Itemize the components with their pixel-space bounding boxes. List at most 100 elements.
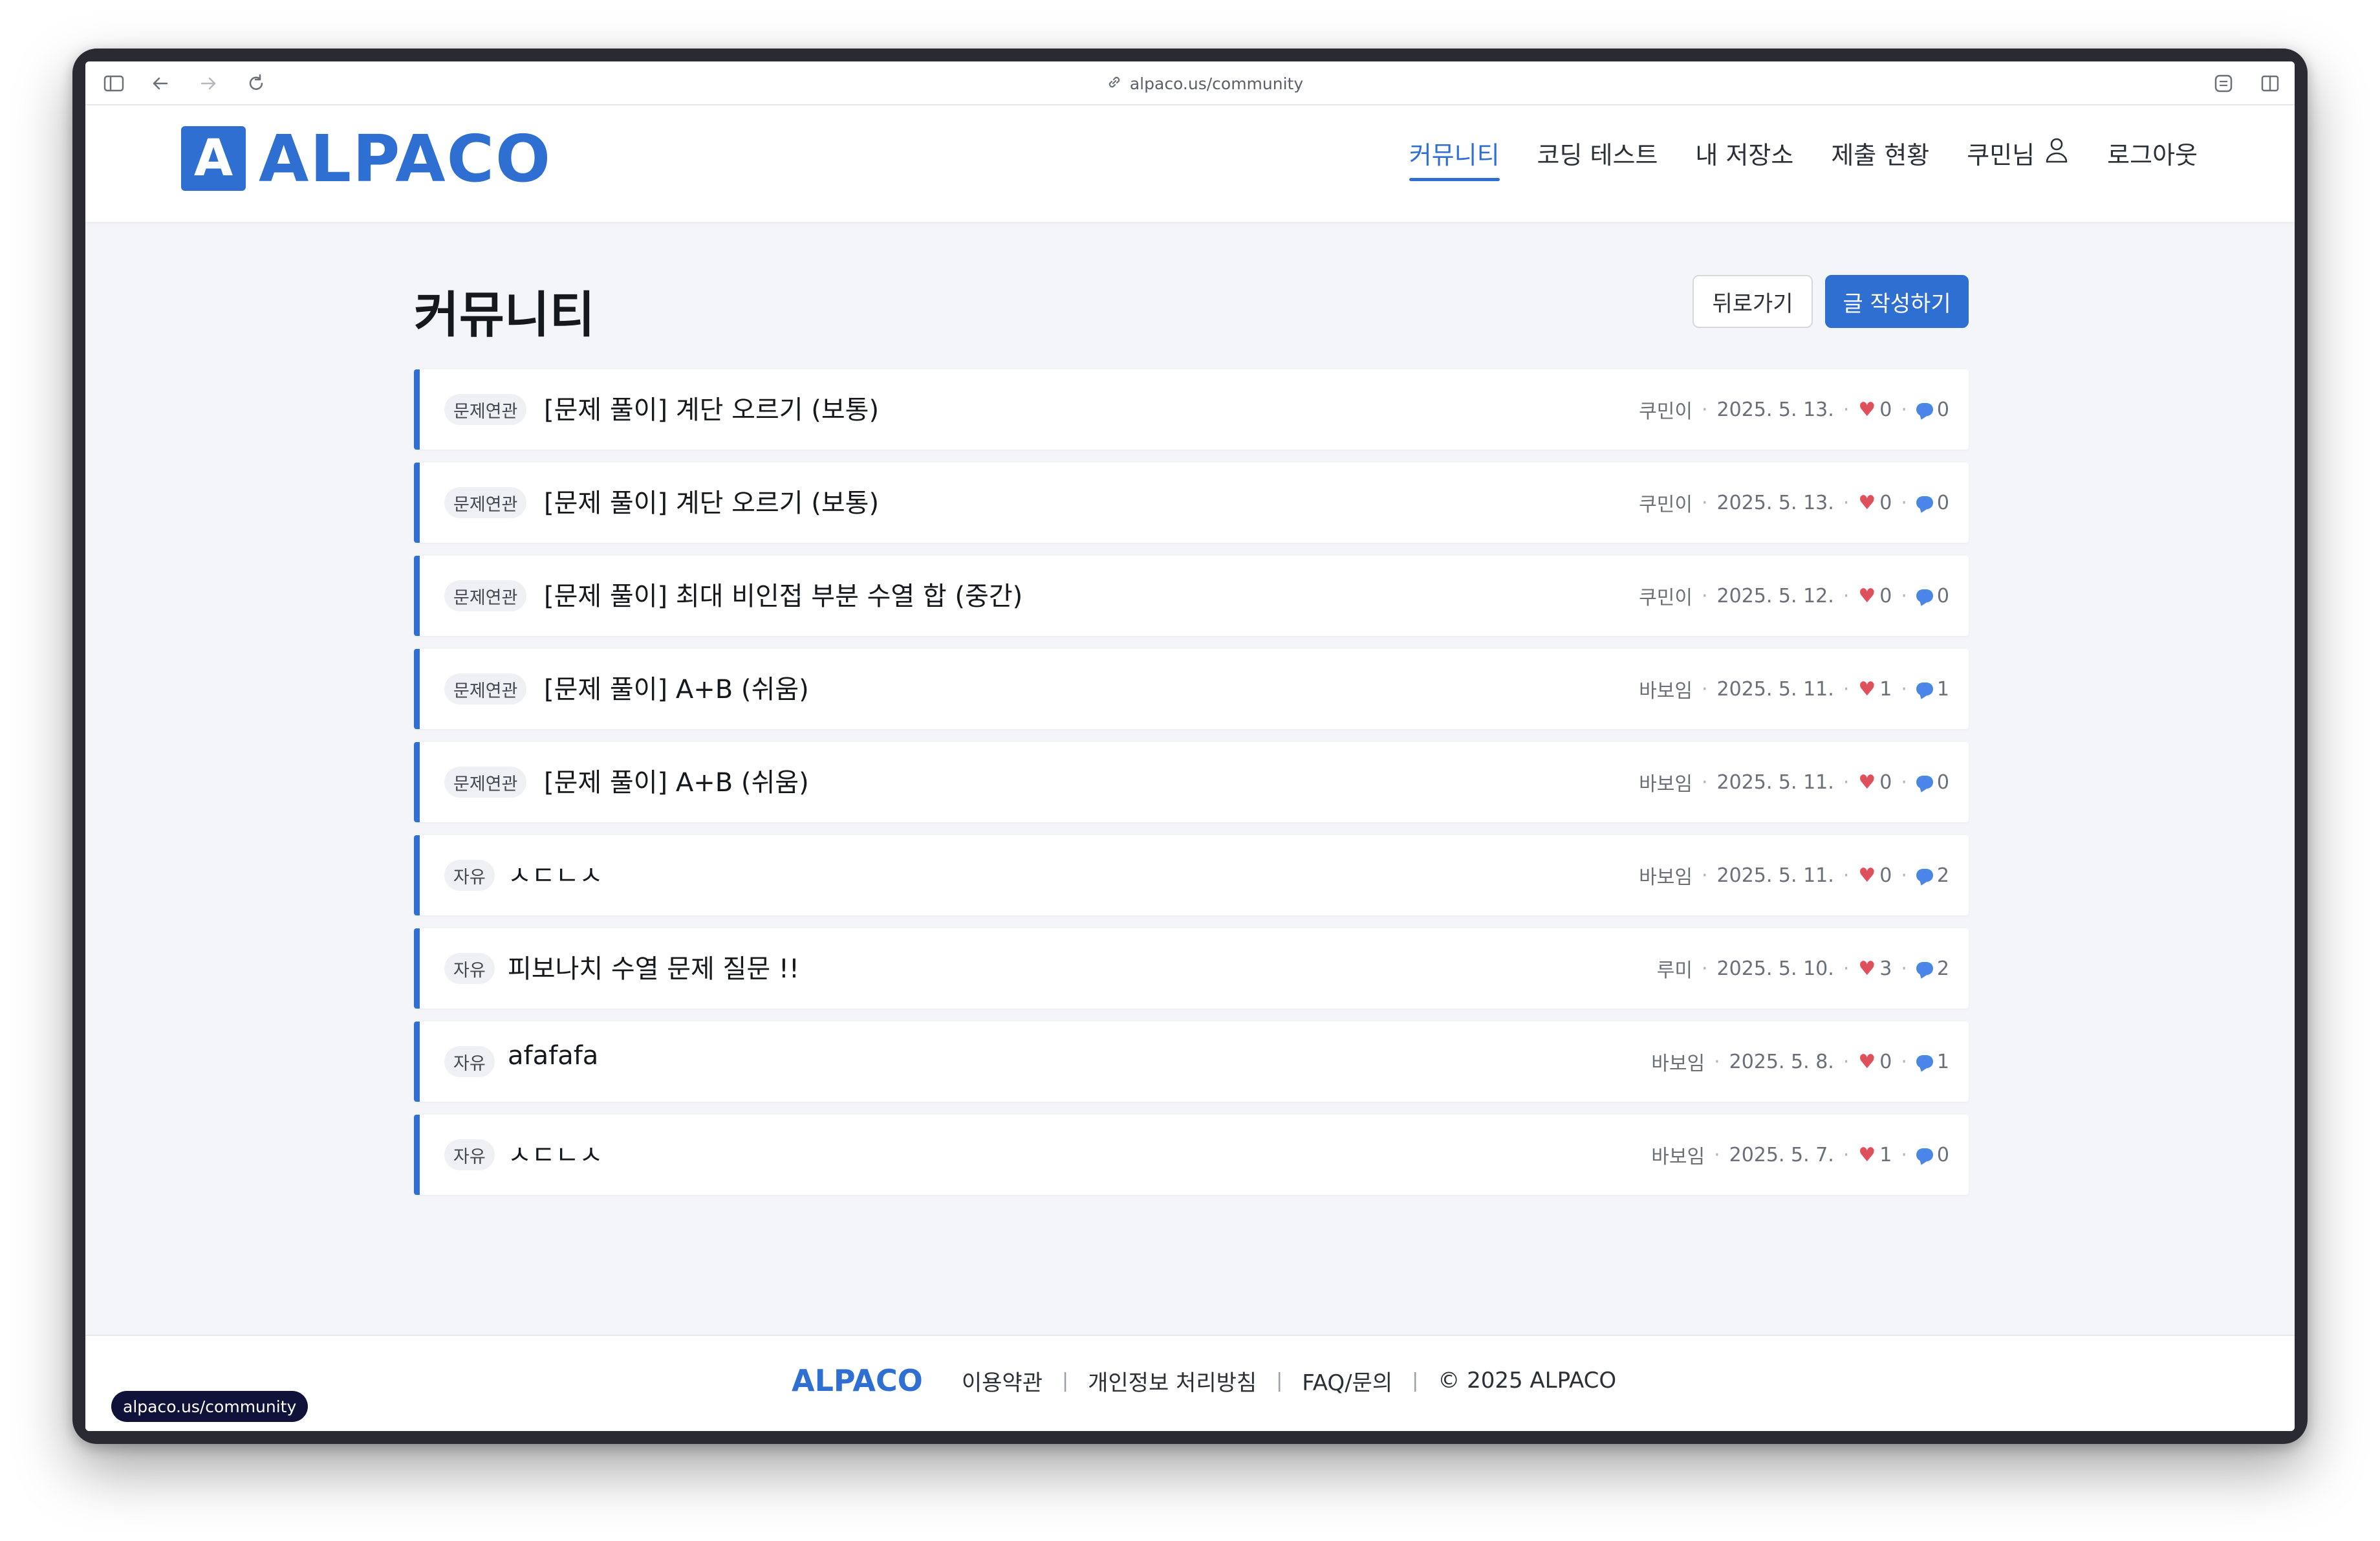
post-title[interactable]: ㅅㄷㄴㅅ	[508, 1134, 603, 1172]
post-title[interactable]: [문제 풀이] 최대 비인접 부분 수열 합 (중간)	[544, 575, 1022, 613]
heart-icon: ♥	[1858, 584, 1876, 607]
status-bar-url: alpaco.us/community	[111, 1391, 308, 1422]
comment-count: 2	[1916, 864, 1949, 887]
category-badge: 문제연관	[444, 394, 527, 425]
comment-bubble-icon	[1916, 683, 1933, 695]
post-row[interactable]: 자유 afafafa 바보임 · 2025. 5. 8. · ♥ 0 · 1	[414, 1022, 1969, 1102]
post-title[interactable]: [문제 풀이] 계단 오르기 (보통)	[544, 389, 879, 426]
comment-count-value: 2	[1936, 864, 1949, 887]
comment-count-value: 1	[1936, 677, 1949, 701]
meta-separator: ·	[1843, 770, 1850, 794]
category-badge: 문제연관	[444, 487, 527, 518]
meta-separator: ·	[1901, 584, 1907, 607]
meta-separator: ·	[1843, 957, 1850, 980]
site-footer: ALPACO 이용약관 | 개인정보 처리방침 | FAQ/문의 | © 202…	[85, 1335, 2295, 1431]
footer-link-faq[interactable]: FAQ/문의	[1302, 1365, 1392, 1397]
post-row[interactable]: 문제연관 [문제 풀이] 최대 비인접 부분 수열 합 (중간) 쿠민이 · 2025.…	[414, 556, 1969, 636]
address-bar[interactable]: alpaco.us/community	[1075, 69, 1334, 98]
post-date: 2025. 5. 11.	[1716, 770, 1834, 794]
post-date: 2025. 5. 11.	[1716, 677, 1834, 701]
comment-bubble-icon	[1916, 776, 1933, 789]
post-row[interactable]: 문제연관 [문제 풀이] A+B (쉬움) 바보임 · 2025. 5. 11. · ♥ 0 ·…	[414, 742, 1969, 822]
post-row[interactable]: 자유 ㅅㄷㄴㅅ 바보임 · 2025. 5. 7. · ♥ 1 · 0	[414, 1115, 1969, 1195]
post-date: 2025. 5. 7.	[1729, 1143, 1834, 1166]
main-nav: 커뮤니티 코딩 테스트 내 저장소 제출 현황 쿠민님 로그아웃	[1409, 135, 2198, 181]
comment-bubble-icon	[1916, 869, 1933, 882]
category-badge: 문제연관	[444, 767, 527, 798]
back-button[interactable]: 뒤로가기	[1693, 275, 1813, 328]
post-meta: 바보임 · 2025. 5. 8. · ♥ 0 · 1	[1651, 1047, 1949, 1076]
meta-separator: ·	[1701, 957, 1708, 980]
nav-community[interactable]: 커뮤니티	[1409, 135, 1500, 181]
logo-mark: A	[181, 126, 246, 191]
sidebar-toggle-icon[interactable]	[101, 71, 127, 96]
comment-count: 0	[1916, 399, 1949, 421]
footer-separator: |	[1276, 1369, 1283, 1392]
reload-icon[interactable]	[243, 71, 269, 96]
nav-user-profile[interactable]: 쿠민님	[1967, 135, 2070, 181]
nav-submissions[interactable]: 제출 현황	[1831, 135, 1929, 181]
footer-copyright: © 2025 ALPACO	[1438, 1368, 1617, 1393]
footer-logo[interactable]: ALPACO	[792, 1363, 923, 1398]
back-arrow-icon[interactable]	[147, 71, 173, 96]
category-badge: 자유	[444, 1139, 495, 1170]
translate-icon[interactable]	[2211, 71, 2236, 96]
post-author: 쿠민이	[1639, 587, 1693, 609]
nav-label: 제출 현황	[1831, 141, 1930, 169]
comment-count: 1	[1916, 678, 1949, 701]
nav-logout[interactable]: 로그아웃	[2107, 135, 2198, 181]
nav-label: 내 저장소	[1695, 141, 1794, 169]
post-author: 바보임	[1651, 1146, 1705, 1168]
write-post-button[interactable]: 글 작성하기	[1825, 275, 1969, 328]
like-count-value: 0	[1879, 1050, 1892, 1073]
meta-separator: ·	[1843, 1143, 1850, 1166]
footer-link-terms[interactable]: 이용약관	[962, 1365, 1043, 1397]
post-title[interactable]: 피보나치 수열 문제 질문 !!	[508, 948, 799, 985]
post-row[interactable]: 자유 피보나치 수열 문제 질문 !! 루미 · 2025. 5. 10. · ♥ 3 · 2	[414, 928, 1969, 1009]
footer-link-privacy[interactable]: 개인정보 처리방침	[1088, 1365, 1257, 1397]
post-row[interactable]: 자유 ㅅㄷㄴㅅ 바보임 · 2025. 5. 11. · ♥ 0 · 2	[414, 835, 1969, 915]
split-view-icon[interactable]	[2257, 71, 2283, 96]
like-count: ♥ 0	[1858, 1051, 1892, 1073]
post-title[interactable]: ㅅㄷㄴㅅ	[508, 855, 603, 892]
heart-icon: ♥	[1858, 398, 1876, 421]
forward-arrow-icon[interactable]	[195, 71, 221, 96]
meta-separator: ·	[1901, 770, 1907, 794]
post-meta: 쿠민이 · 2025. 5. 12. · ♥ 0 · 0	[1639, 582, 1949, 610]
category-badge: 자유	[444, 1046, 495, 1077]
post-meta: 루미 · 2025. 5. 10. · ♥ 3 · 2	[1657, 954, 1949, 983]
comment-count: 0	[1916, 585, 1949, 607]
meta-separator: ·	[1901, 864, 1907, 887]
meta-separator: ·	[1901, 491, 1907, 514]
meta-separator: ·	[1843, 398, 1850, 421]
post-meta: 바보임 · 2025. 5. 11. · ♥ 1 · 1	[1639, 675, 1949, 703]
like-count-value: 0	[1879, 864, 1892, 887]
meta-separator: ·	[1701, 677, 1708, 701]
meta-separator: ·	[1901, 1050, 1907, 1073]
post-meta: 바보임 · 2025. 5. 7. · ♥ 1 · 0	[1651, 1141, 1949, 1169]
nav-my-repository[interactable]: 내 저장소	[1695, 135, 1793, 181]
post-author: 쿠민이	[1639, 494, 1693, 516]
post-row[interactable]: 문제연관 [문제 풀이] 계단 오르기 (보통) 쿠민이 · 2025. 5. 13. ·…	[414, 463, 1969, 543]
nav-coding-test[interactable]: 코딩 테스트	[1537, 135, 1658, 181]
heart-icon: ♥	[1858, 1050, 1876, 1073]
like-count: ♥ 1	[1858, 1144, 1892, 1166]
like-count-value: 1	[1879, 677, 1892, 701]
site-logo[interactable]: A ALPACO	[181, 121, 552, 197]
browser-toolbar: alpaco.us/community	[85, 61, 2295, 105]
post-title[interactable]: [문제 풀이] A+B (쉬움)	[544, 668, 809, 706]
post-row[interactable]: 문제연관 [문제 풀이] A+B (쉬움) 바보임 · 2025. 5. 11. · ♥ 1 ·…	[414, 649, 1969, 729]
meta-separator: ·	[1714, 1143, 1720, 1166]
meta-separator: ·	[1701, 491, 1708, 514]
post-author: 바보임	[1639, 866, 1693, 889]
comment-bubble-icon	[1916, 403, 1933, 416]
post-title[interactable]: [문제 풀이] A+B (쉬움)	[544, 761, 809, 799]
like-count: ♥ 0	[1858, 492, 1892, 514]
post-author: 바보임	[1639, 773, 1693, 796]
post-title[interactable]: [문제 풀이] 계단 오르기 (보통)	[544, 482, 879, 519]
site-header: A ALPACO 커뮤니티 코딩 테스트 내 저장소 제출 현황 쿠민님 로그아…	[85, 105, 2295, 222]
post-title[interactable]: afafafa	[508, 1041, 598, 1071]
meta-separator: ·	[1701, 584, 1708, 607]
post-row[interactable]: 문제연관 [문제 풀이] 계단 오르기 (보통) 쿠민이 · 2025. 5. 13. ·…	[414, 369, 1969, 450]
post-list: 문제연관 [문제 풀이] 계단 오르기 (보통) 쿠민이 · 2025. 5. 13. ·…	[414, 369, 1969, 1208]
